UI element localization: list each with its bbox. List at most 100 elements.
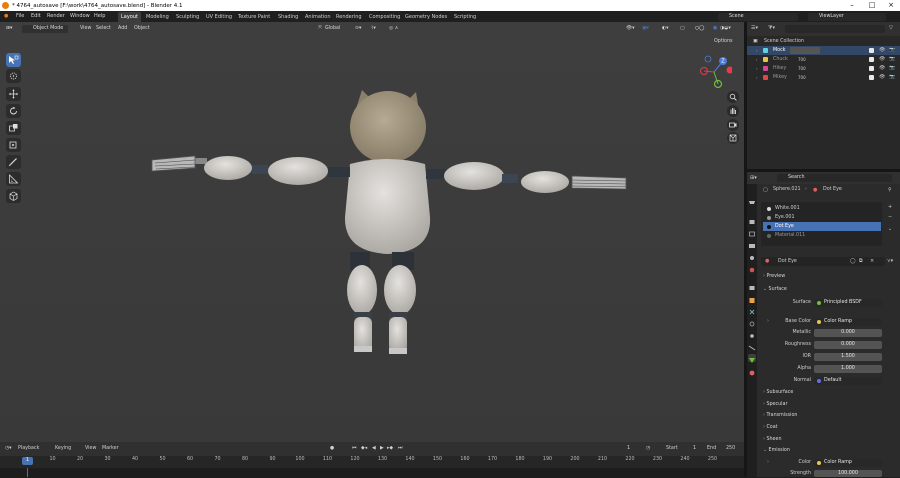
navigation-gizmo[interactable]: Z [696, 54, 732, 90]
exclude-checkbox[interactable] [869, 66, 874, 71]
menu-render[interactable]: Render [47, 11, 65, 22]
roughness-slider[interactable]: 0.000 [814, 341, 882, 349]
jump-start-icon[interactable]: ⏮ [352, 442, 356, 456]
viewport-menu-object[interactable]: Object [134, 22, 150, 35]
visibility-icon[interactable]: 👁▾ [626, 22, 635, 35]
frame-ruler[interactable]: 1 10 20 30 40 50 60 70 80 90 100 110 120… [0, 456, 744, 468]
area-divider[interactable] [747, 169, 900, 172]
timeline-editor-type-icon[interactable]: ◷▾ [5, 442, 12, 456]
next-keyframe-icon[interactable]: ▸◆ [387, 442, 393, 456]
properties-editor-type-icon[interactable]: ⊞▾ [750, 175, 757, 181]
viewport-menu-select[interactable]: Select [96, 22, 111, 35]
minimize-button[interactable]: – [842, 0, 862, 11]
character-model[interactable] [140, 72, 640, 362]
cursor-tool[interactable] [6, 69, 21, 83]
add-slot-icon[interactable]: + [888, 204, 892, 210]
tab-layout[interactable]: Layout [118, 12, 141, 22]
timeline-menu-playback[interactable]: Playback [18, 442, 39, 456]
prev-keyframe-icon[interactable]: ◆◂ [361, 442, 367, 456]
outliner-item-hikey[interactable]: › Hikey 700 👁 📷 [747, 64, 900, 73]
tab-shading[interactable]: Shading [275, 12, 301, 22]
transform-tool[interactable] [6, 138, 21, 152]
tool-tab-icon[interactable] [748, 188, 756, 196]
exclude-checkbox[interactable] [869, 57, 874, 62]
options-dropdown[interactable]: Options [714, 35, 733, 48]
select-box-tool[interactable] [6, 53, 21, 67]
play-reverse-icon[interactable]: ◀ [372, 442, 376, 456]
tab-sculpting[interactable]: Sculpting [173, 12, 202, 22]
timeline-menu-keying[interactable]: Keying [55, 442, 71, 456]
render-camera-icon[interactable]: 📷 [889, 73, 895, 82]
section-coat[interactable]: › Coat [763, 425, 778, 430]
pin-icon[interactable]: ⚲ [888, 187, 892, 193]
section-subsurface[interactable]: › Subsurface [763, 390, 793, 395]
scale-tool[interactable] [6, 121, 21, 135]
tab-texture-paint[interactable]: Texture Paint [235, 12, 273, 22]
visibility-eye-icon[interactable]: 👁 [879, 64, 885, 73]
viewport-menu-view[interactable]: View [80, 22, 91, 35]
slot-menu-chevron-icon[interactable]: ⌄ [888, 226, 892, 232]
blender-menu-icon[interactable]: ● [4, 11, 8, 22]
overlay-icon[interactable]: ◐▾ [662, 22, 669, 35]
remove-slot-icon[interactable]: − [888, 214, 892, 220]
transform-orientation-dropdown[interactable]: Global [325, 22, 340, 35]
alpha-slider[interactable]: 1.000 [814, 365, 882, 373]
exclude-checkbox[interactable] [869, 48, 874, 53]
node-tree-icon[interactable]: ⋎▾ [887, 258, 893, 264]
outliner-search-input[interactable] [785, 25, 885, 33]
normal-field[interactable]: Default [814, 377, 882, 385]
render-camera-icon[interactable]: 📷 [889, 46, 895, 55]
visibility-eye-icon[interactable]: 👁 [879, 55, 885, 64]
viewport-menu-add[interactable]: Add [118, 22, 127, 35]
menu-file[interactable]: File [16, 11, 24, 22]
material-datablock-field[interactable]: ● Dot Eye ◯ ⧉ × [761, 257, 885, 266]
add-cube-tool[interactable] [6, 189, 21, 203]
perspective-toggle-icon[interactable] [727, 132, 739, 144]
snap-icon[interactable]: ⌇▾ [371, 22, 376, 35]
visibility-eye-icon[interactable]: 👁 [879, 73, 885, 82]
shading-solid-icon[interactable]: ● [713, 22, 717, 35]
emission-strength-slider[interactable]: 100.000 [814, 470, 882, 477]
outliner-item-mock[interactable]: › Mock 👁 📷 [747, 46, 900, 55]
emission-color-field[interactable]: Color Ramp [814, 459, 882, 467]
surface-shader-field[interactable]: Principled BSDF [814, 299, 882, 307]
view-layer-selector[interactable]: ViewLayer [808, 12, 886, 21]
menu-edit[interactable]: Edit [31, 11, 41, 22]
start-frame-value[interactable]: 1 [693, 442, 696, 456]
duplicate-material-icon[interactable]: ⧉ [859, 257, 863, 266]
tab-geometry-nodes[interactable]: Geometry Nodes [402, 12, 450, 22]
rotate-tool[interactable] [6, 104, 21, 118]
annotate-tool[interactable] [6, 155, 21, 169]
timeline-menu-marker[interactable]: Marker [102, 442, 119, 456]
material-slot-material-011[interactable]: Material.011 [763, 231, 881, 240]
timeline-menu-view[interactable]: View [85, 442, 96, 456]
outliner-funnel-icon[interactable]: ▽ [889, 25, 893, 31]
gizmo-toggle-icon[interactable]: ▣▾ [642, 22, 649, 35]
current-frame-value[interactable]: 1 [627, 442, 630, 456]
tab-uv-editing[interactable]: UV Editing [203, 12, 235, 22]
3d-viewport[interactable]: ⊞▾ Object Mode View Select Add Object ⤧ … [0, 22, 744, 442]
preview-range-icon[interactable]: ◷ [646, 442, 650, 456]
area-divider[interactable] [744, 22, 747, 477]
end-frame-value[interactable]: 250 [726, 442, 735, 456]
render-camera-icon[interactable]: 📷 [889, 64, 895, 73]
outliner-editor-type-icon[interactable]: ☰▾ [751, 25, 758, 31]
proportional-edit-icon[interactable]: ◎ ∧ [389, 22, 398, 35]
shading-material-icon[interactable]: ◑◒▾ [720, 22, 731, 35]
tab-modeling[interactable]: Modeling [143, 12, 172, 22]
metallic-slider[interactable]: 0.000 [814, 329, 882, 337]
pivot-point-icon[interactable]: ⊙▾ [355, 22, 361, 35]
tab-animation[interactable]: Animation [302, 12, 334, 22]
camera-view-icon[interactable] [727, 119, 739, 131]
render-camera-icon[interactable]: 📷 [889, 55, 895, 64]
zoom-view-icon[interactable] [727, 91, 739, 103]
visibility-eye-icon[interactable]: 👁 [879, 46, 885, 55]
scene-collection-row[interactable]: ▣ Scene Collection [747, 37, 900, 46]
section-specular[interactable]: › Specular [763, 402, 787, 407]
measure-tool[interactable] [6, 172, 21, 186]
editor-type-icon[interactable]: ⊞▾ [6, 22, 12, 35]
shading-wireframe-icon[interactable]: ○◯ [695, 22, 705, 35]
close-button[interactable]: × [881, 0, 900, 11]
scene-selector[interactable]: Scene [718, 12, 798, 21]
properties-search-input[interactable]: Search [777, 174, 892, 182]
